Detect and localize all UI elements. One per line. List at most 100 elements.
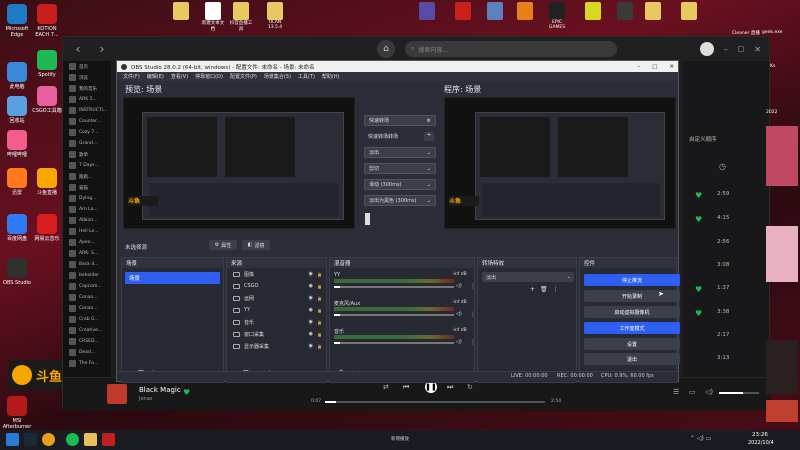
taskbar-active-app[interactable]: 新增播放 [390,432,410,448]
liked-heart-icon[interactable]: ♥ [695,191,702,200]
sidebar-item[interactable]: 7 Days... [63,160,111,171]
speaker-icon[interactable]: ◁) [456,339,462,345]
desktop-icon[interactable]: OBS Studio [0,258,34,286]
tbar-handle[interactable] [365,213,370,225]
source-item[interactable]: YY ◉ 🔒 [227,304,326,316]
liked-heart-icon[interactable]: ♥ [695,215,702,224]
song-artist[interactable]: Jonas [139,396,152,402]
sidebar-item[interactable]: CRSED... [63,336,111,347]
progress-bar[interactable] [325,401,545,403]
transition-fade[interactable]: 淡出 ⌄ [364,147,436,158]
next-icon[interactable]: ⏭ [447,383,453,392]
queue-icon[interactable]: ☰ [673,388,679,396]
prev-icon[interactable]: ⏮ [403,383,409,392]
track-row[interactable]: 3:08 [683,262,769,272]
desktop-icon[interactable]: ULAN 13.5.4 [262,2,288,30]
chrome-icon[interactable] [42,433,55,446]
track-row[interactable]: ♥ 2:59 [683,191,769,201]
eye-icon[interactable]: ◉ [309,319,313,325]
sidebar-item[interactable]: Conan... [63,292,111,303]
desktop-icon[interactable] [414,2,440,20]
volume-icon[interactable]: ◁) [705,388,713,396]
lock-icon[interactable]: 🔒 [317,332,322,337]
lock-icon[interactable]: 🔒 [317,320,322,325]
properties-button[interactable]: ⚙ 属性 [209,240,237,250]
search-input[interactable]: ⌕ 搜索内容... [405,41,617,57]
track-row[interactable]: 3:13 [683,355,769,365]
sort-label[interactable]: 自定义顺序 [689,135,717,143]
sidebar-item[interactable]: Hell Le... [63,226,111,237]
desktop-icon[interactable]: CSGO工具箱 [30,86,64,114]
sidebar-item[interactable]: Creative... [63,325,111,336]
liked-heart-icon[interactable]: ♥ [695,309,702,318]
menu-item[interactable]: 帮助(H) [322,73,340,80]
desktop-icon[interactable]: 网易云音乐 [30,214,64,242]
tray-icons[interactable]: ⌃ ◁) ▭ [690,435,711,442]
sidebar-item[interactable]: 我的音乐 [63,83,111,94]
sidebar-item[interactable]: 歌单 [63,149,111,160]
control-button[interactable]: 设置 [584,338,680,350]
desktop-icon[interactable]: 抖音直播工具 [228,2,254,32]
minimize-icon[interactable]: – [637,64,640,70]
sidebar-item[interactable]: 浏览 [63,72,111,83]
remove-transition-icon[interactable]: 🗑 [540,286,548,293]
sidebar-item[interactable]: ARK 5... [63,94,111,105]
sidebar-item[interactable]: beholder [63,270,111,281]
sidebar-item[interactable]: INSTRUCTI... [63,105,111,116]
maximize-icon[interactable]: □ [652,64,657,70]
forward-icon[interactable]: › [95,42,109,56]
sidebar-item[interactable]: Conan... [63,303,111,314]
desktop-icon[interactable] [168,2,194,20]
desktop-icon[interactable]: 斗鱼直播 [30,168,64,196]
volume-fader[interactable] [334,286,454,288]
desktop-icon[interactable]: 迅雷 [0,168,34,196]
sidebar-item[interactable]: 猫猫 [63,182,111,193]
desktop-icon[interactable] [612,2,638,20]
plus-icon[interactable]: + [424,132,434,141]
sidebar-item[interactable]: Dying... [63,193,111,204]
lock-icon[interactable]: 🔒 [317,344,322,349]
folder-icon[interactable] [84,433,97,446]
song-title[interactable]: Black Magic [139,386,181,394]
source-item[interactable]: 图像 ◉ 🔒 [227,268,326,280]
volume-fader[interactable] [334,314,454,316]
menu-item[interactable]: 场景集合(S) [264,73,291,80]
desktop-icon[interactable]: 此电脑 [0,62,34,90]
app-icon[interactable] [102,433,115,446]
lock-icon[interactable]: 🔒 [317,308,322,313]
eye-icon[interactable]: ◉ [309,343,313,349]
menu-item[interactable]: 查看(V) [171,73,188,80]
desktop-icon[interactable]: EPIC GAMES [544,2,570,30]
volume-fader[interactable] [334,342,454,344]
obs-window[interactable]: OBS Studio 28.0.2 (64-bit, windows) - 配置… [116,60,680,383]
source-item[interactable]: 运网 ◉ 🔒 [227,292,326,304]
source-item[interactable]: 窗口采集 ◉ 🔒 [227,328,326,340]
sidebar-item[interactable]: 首页 [63,61,111,72]
lock-icon[interactable]: 🔒 [317,296,322,301]
preview-canvas[interactable]: 斗鱼 [123,97,355,229]
sidebar-item[interactable]: Grand... [63,138,111,149]
transition-select[interactable]: 淡出 ⌄ [482,272,574,282]
desktop-icon[interactable] [640,2,666,20]
avatar[interactable] [699,42,714,56]
menu-item[interactable]: 文件(F) [123,73,140,80]
like-icon[interactable]: ♥ [183,388,190,397]
sidebar-item[interactable]: The Fo... [63,358,111,369]
back-icon[interactable]: ‹ [71,42,85,56]
device-icon[interactable]: ▭ [689,388,696,396]
sidebar-item[interactable]: Crab G... [63,314,111,325]
source-item[interactable]: CSGO ◉ 🔒 [227,280,326,292]
more-icon[interactable]: ⋮ [470,339,476,346]
sidebar-item[interactable]: Cozy 7... [63,127,111,138]
source-item[interactable]: 显示器采集 ◉ 🔒 [227,340,326,352]
control-button[interactable]: 退出 [584,353,680,365]
lock-icon[interactable]: 🔒 [317,284,322,289]
control-button[interactable]: 停止推流 [584,274,680,286]
liked-heart-icon[interactable]: ♥ [695,285,702,294]
sidebar-item[interactable]: ARK: S... [63,248,111,259]
volume-slider[interactable] [719,392,759,394]
control-button[interactable]: 工作室模式 [584,322,680,334]
eye-icon[interactable]: ◉ [309,295,313,301]
sidebar-item[interactable]: Back 4... [63,259,111,270]
track-row[interactable]: ♥ 1:37 [683,285,769,295]
